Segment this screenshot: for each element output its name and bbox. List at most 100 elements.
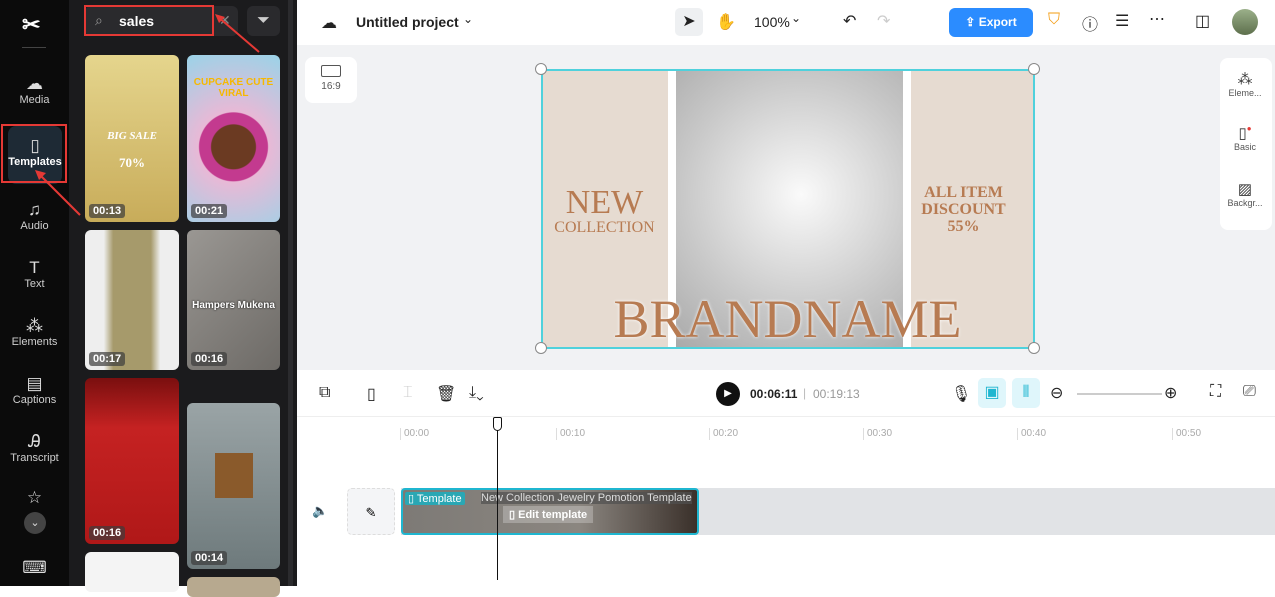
sidebar-item-text[interactable]: T Text (0, 258, 69, 290)
keyboard-icon[interactable]: ⌨ (0, 558, 69, 578)
chevron-down-icon[interactable]: ⌄ (463, 12, 473, 26)
chevron-down-icon[interactable]: ⌄ (791, 11, 801, 25)
clip-title: New Collection Jewelry Pomotion Template (481, 492, 692, 504)
label: Text (24, 278, 45, 290)
microphone-icon[interactable]: 🎙 (951, 384, 971, 404)
pencil-icon: ✎ (365, 505, 377, 520)
background-icon: ▨ (1237, 181, 1253, 198)
template-card[interactable]: BIG SALE 70% 00:13 (85, 55, 179, 222)
template-card[interactable] (187, 577, 280, 597)
hand-tool-icon[interactable]: ✋ (716, 12, 736, 32)
timeline: ⧉ ▯ ⌶ 🗑 ⤓⌄ ▶ 00:06:11 | 00:19:13 🎙 ▣ ⫴ ⊖… (297, 370, 1275, 586)
fullscreen-icon[interactable]: ⛶ (1210, 383, 1221, 401)
caption-toggle-icon[interactable]: ⎚ (1243, 383, 1256, 401)
ruler-tick: 00:00 (400, 428, 429, 440)
playhead[interactable] (497, 420, 498, 580)
template-clip[interactable]: ▯ Template New Collection Jewelry Pomoti… (401, 488, 699, 535)
template-card[interactable]: 00:16 (85, 378, 179, 544)
split-icon[interactable]: ▯ (367, 384, 376, 404)
template-card[interactable]: 00:17 (85, 230, 179, 370)
text-icon: T (29, 258, 40, 277)
sidebar-item-transcript[interactable]: Ꭿ Transcript (0, 432, 69, 464)
play-button[interactable]: ▶ (716, 382, 740, 406)
current-time: 00:06:11 (750, 387, 798, 401)
card-title: BIG SALE (107, 130, 157, 142)
sidebar-item-media[interactable]: ☁ Media (0, 74, 69, 106)
label: Audio (20, 220, 49, 232)
resize-handle[interactable] (535, 63, 547, 75)
shield-icon[interactable]: ⛉ (1048, 11, 1060, 29)
copy-icon[interactable]: ⧉ (319, 384, 330, 402)
label: Captions (12, 394, 57, 406)
undo-icon[interactable]: ↶ (843, 11, 856, 31)
captions-icon: ▤ (26, 374, 43, 393)
resize-handle[interactable] (535, 342, 547, 354)
sparkle-icon[interactable]: ☆ (0, 488, 69, 508)
duration: 00:16 (191, 352, 228, 366)
snap-icon[interactable]: ▣ (978, 378, 1006, 408)
export-label: Export (978, 15, 1017, 29)
template-icon: ▯ (408, 493, 417, 505)
top-bar: ☁ Untitled project ⌄ ➤ ✋ 100% ⌄ ↶ ↷ ⇪ Ex… (297, 0, 1275, 45)
link-icon[interactable]: ⫴ (1012, 378, 1040, 408)
resize-handle[interactable] (1028, 63, 1040, 75)
template-badge: ▯ Template (405, 492, 465, 505)
duration: 00:17 (89, 352, 126, 366)
sidebar-item-captions[interactable]: ▤ Captions (0, 374, 69, 406)
template-card[interactable]: CUPCAKE CUTE VIRAL 00:21 (187, 55, 280, 222)
crop-icon[interactable]: ⌶ (403, 384, 413, 402)
delete-icon[interactable]: 🗑 (436, 384, 456, 404)
zoom-level[interactable]: 100% (754, 14, 790, 30)
capcut-logo: ✂ (22, 12, 41, 37)
chevron-down-icon[interactable]: ⌄ (24, 512, 46, 534)
card-title: Hampers Mukena (192, 300, 275, 311)
elements-icon: ⁂ (1237, 71, 1253, 88)
more-icon[interactable]: ⋯ (1149, 9, 1165, 29)
cloud-icon: ☁ (321, 15, 337, 32)
redo-icon[interactable]: ↷ (877, 11, 890, 31)
export-button[interactable]: ⇪ Export (949, 8, 1033, 37)
templates-panel: ⌕ sales ✕ ⏷ BIG SALE 70% 00:13 CUPCAKE C… (69, 0, 297, 597)
help-icon[interactable]: ⓘ (1082, 11, 1098, 35)
resize-handle[interactable] (1028, 342, 1040, 354)
duration: 00:13 (89, 204, 126, 218)
panel-toggle-icon[interactable]: ◫ (1195, 11, 1210, 31)
edit-template-button[interactable]: ▯ Edit template (503, 506, 594, 523)
background-tool[interactable]: ▨ Backgr... (1220, 180, 1270, 208)
project-title[interactable]: Untitled project (356, 14, 459, 30)
annotation-arrow (215, 14, 260, 53)
template-card[interactable]: Hampers Mukena 00:16 (187, 230, 280, 370)
ruler-tick: 00:30 (863, 428, 892, 440)
zoom-out-icon[interactable]: ⊖ (1050, 383, 1063, 403)
total-time: 00:19:13 (813, 387, 860, 401)
aspect-ratio-button[interactable]: 16:9 (305, 57, 357, 103)
label: Transcript (10, 452, 59, 464)
template-card[interactable] (85, 552, 179, 592)
scrollbar[interactable] (288, 0, 293, 586)
sidebar-item-elements[interactable]: ⁂ Elements (0, 316, 69, 348)
cover-edit-button[interactable]: ✎ (347, 488, 395, 535)
zoom-in-icon[interactable]: ⊕ (1164, 383, 1177, 403)
divider (22, 47, 46, 48)
ruler-tick: 00:40 (1017, 428, 1046, 440)
elements-tool[interactable]: ⁂ Eleme... (1220, 70, 1270, 98)
template-card[interactable]: 00:14 (187, 403, 280, 569)
right-tool-panel: ⁂ Eleme... ▯● Basic ▨ Backgr... (1220, 58, 1272, 230)
left-nav-rail: ✂ ☁ Media ▯ Templates ♫ Audio T Text ⁂ Elemen… (0, 0, 69, 586)
basic-tool[interactable]: ▯● Basic (1220, 124, 1270, 152)
ratio-label: 16:9 (321, 81, 341, 92)
card-sub: 70% (119, 155, 145, 170)
label: Elements (11, 336, 58, 348)
volume-icon[interactable]: 🔈 (312, 503, 328, 519)
layers-icon[interactable]: ☰ (1115, 11, 1129, 31)
elements-icon: ⁂ (26, 316, 43, 335)
select-tool-icon[interactable]: ➤ (675, 8, 703, 36)
zoom-slider[interactable] (1077, 393, 1162, 395)
annotation-arrow (35, 170, 81, 216)
playhead-handle[interactable] (493, 417, 502, 431)
avatar[interactable] (1232, 9, 1258, 35)
duration: 00:14 (191, 551, 228, 565)
highlight-box (84, 5, 214, 36)
ruler-tick: 00:20 (709, 428, 738, 440)
download-icon[interactable]: ⤓⌄ (469, 384, 484, 402)
